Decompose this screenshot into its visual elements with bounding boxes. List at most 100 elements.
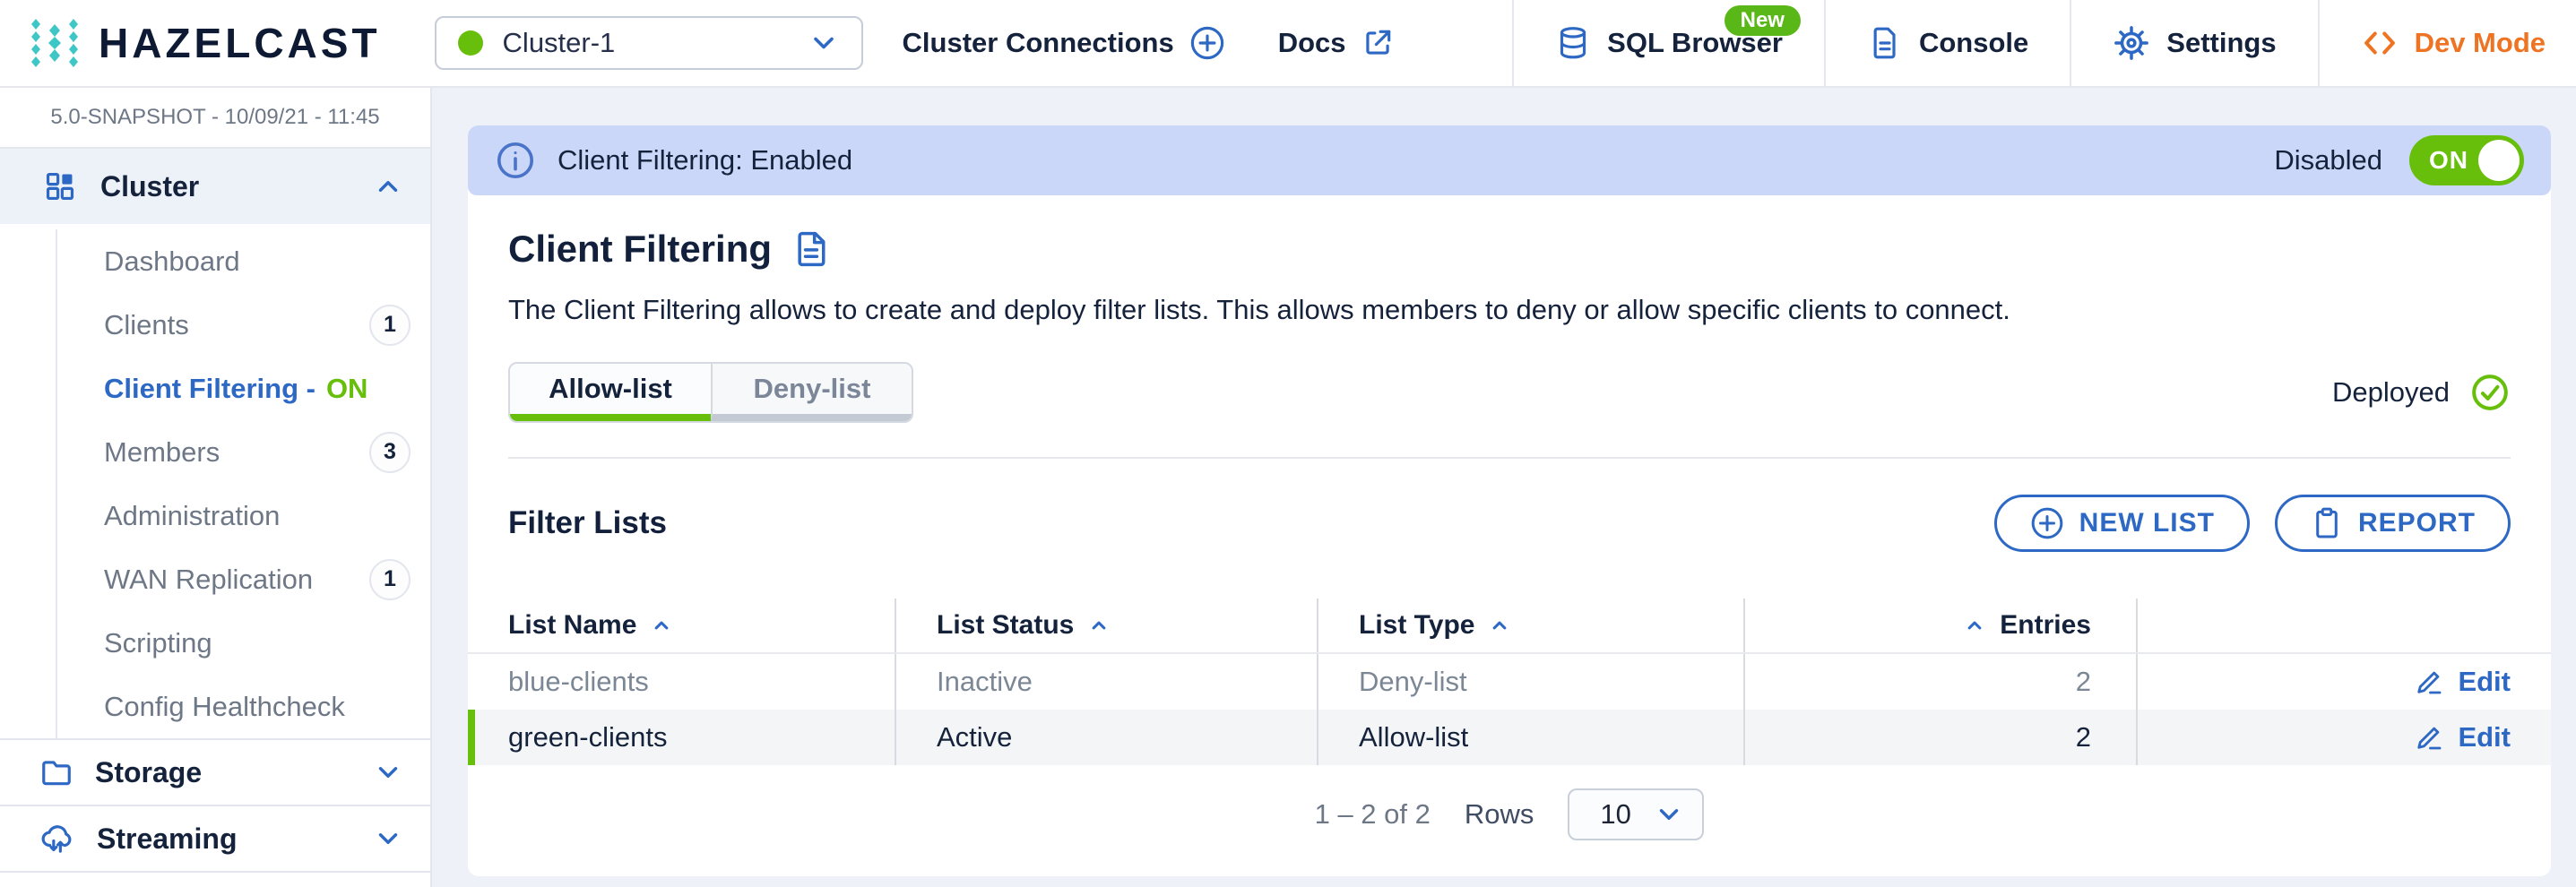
pagination: 1 – 2 of 2 Rows 10 [468, 788, 2551, 840]
sidebar-section-cluster[interactable]: Cluster [0, 149, 430, 224]
rows-per-page-select[interactable]: 10 [1568, 788, 1704, 840]
filter-lists-title: Filter Lists [508, 505, 667, 541]
section-divider [508, 457, 2511, 459]
sidebar-item-label: Scripting [104, 627, 212, 659]
pencil-icon [2413, 666, 2445, 698]
table-row-blue-clients[interactable]: blue-clients Inactive Deny-list 2 Edit [468, 654, 2551, 710]
filter-lists-table: List Name List Status List Type Entries [468, 599, 2551, 765]
pagination-range: 1 – 2 of 2 [1315, 798, 1431, 831]
sql-browser-button[interactable]: New SQL Browser [1512, 0, 1824, 86]
column-label: List Name [508, 610, 636, 641]
column-header-list-status[interactable]: List Status [937, 610, 1111, 641]
sidebar-item-clients[interactable]: Clients 1 [104, 293, 430, 357]
column-label: List Type [1359, 610, 1474, 641]
header-actions: New SQL Browser Console Settings Dev Mod… [1512, 0, 2576, 86]
sidebar: 5.0-SNAPSHOT - 10/09/21 - 11:45 Cluster … [0, 88, 432, 887]
cluster-select-value: Cluster-1 [503, 27, 616, 59]
sidebar-item-label: Members [104, 436, 220, 469]
brand-wordmark: HAZELCAST [99, 19, 381, 67]
cell-list-status: Inactive [937, 666, 1033, 698]
client-filtering-toggle[interactable]: ON [2409, 135, 2524, 185]
edit-link[interactable]: Edit [2413, 721, 2511, 754]
database-icon [1555, 25, 1591, 61]
sidebar-item-scripting[interactable]: Scripting [104, 611, 430, 675]
new-list-button[interactable]: NEW LIST [1994, 495, 2250, 552]
sidebar-item-administration[interactable]: Administration [104, 484, 430, 547]
cloud-sync-icon [39, 821, 75, 857]
info-icon [495, 140, 536, 181]
report-label: REPORT [2358, 508, 2476, 538]
toggle-state-label: ON [2429, 146, 2468, 175]
code-brackets-icon [2361, 24, 2399, 62]
list-type-tabs: Allow-list Deny-list [508, 362, 913, 423]
sidebar-section-streaming[interactable]: Streaming [0, 805, 430, 871]
settings-button[interactable]: Settings [2070, 0, 2317, 86]
sidebar-item-members[interactable]: Members 3 [104, 420, 430, 484]
sidebar-section-storage[interactable]: Storage [0, 738, 430, 805]
sidebar-item-label: Config Healthcheck [104, 691, 345, 723]
chevron-down-icon [373, 823, 403, 854]
column-label: Entries [2000, 610, 2091, 641]
page-title: Client Filtering [508, 228, 772, 271]
grid-icon [43, 169, 77, 203]
sidebar-item-config-healthcheck[interactable]: Config Healthcheck [104, 675, 430, 738]
sidebar-item-label: Administration [104, 500, 280, 532]
sidebar-cluster-label: Cluster [100, 170, 199, 203]
cell-list-type: Deny-list [1359, 666, 1467, 698]
cluster-connections-label: Cluster Connections [903, 27, 1174, 59]
check-circle-icon [2469, 372, 2511, 413]
plus-circle-icon [1189, 24, 1226, 62]
console-label: Console [1919, 27, 2028, 59]
sort-caret-icon [1086, 613, 1111, 638]
hazelcast-logo-icon [29, 17, 81, 69]
clipboard-icon [2310, 506, 2344, 540]
cell-entries: 2 [2076, 721, 2091, 754]
count-badge: 3 [369, 432, 411, 473]
version-label: 5.0-SNAPSHOT - 10/09/21 - 11:45 [0, 88, 430, 149]
tab-deny-list[interactable]: Deny-list [711, 364, 912, 421]
sidebar-item-wan-replication[interactable]: WAN Replication 1 [104, 547, 430, 611]
sidebar-filler [0, 871, 430, 887]
deploy-status-label: Deployed [2332, 376, 2450, 409]
dev-mode-button[interactable]: Dev Mode [2318, 0, 2576, 86]
chevron-up-icon [373, 171, 403, 202]
tab-allow-list[interactable]: Allow-list [510, 364, 711, 421]
cluster-submenu: Dashboard Clients 1 Client Filtering - O… [56, 229, 430, 738]
chevron-down-icon [808, 27, 840, 59]
docs-link[interactable]: Docs [1278, 26, 1395, 60]
sort-caret-icon [1487, 613, 1512, 638]
page-description: The Client Filtering allows to create an… [508, 294, 2511, 326]
column-header-list-type[interactable]: List Type [1359, 610, 1512, 641]
info-banner: Client Filtering: Enabled Disabled ON [468, 125, 2551, 195]
cell-list-status: Active [937, 721, 1012, 754]
cluster-connections-link[interactable]: Cluster Connections [903, 24, 1226, 62]
table-row-green-clients[interactable]: green-clients Active Allow-list 2 Edit [468, 710, 2551, 765]
chevron-down-icon [1654, 799, 1684, 830]
sidebar-item-client-filtering[interactable]: Client Filtering - ON [104, 357, 430, 420]
column-header-list-name[interactable]: List Name [508, 610, 674, 641]
sidebar-storage-label: Storage [95, 756, 202, 789]
edit-link[interactable]: Edit [2413, 666, 2511, 698]
pencil-icon [2413, 721, 2445, 754]
chevron-down-icon [373, 757, 403, 788]
new-badge: New [1725, 5, 1801, 36]
column-header-entries[interactable]: Entries [1962, 610, 2091, 641]
cell-list-name: green-clients [508, 721, 667, 754]
report-button[interactable]: REPORT [2275, 495, 2511, 552]
console-button[interactable]: Console [1824, 0, 2070, 86]
cluster-select[interactable]: Cluster-1 [435, 16, 863, 70]
top-header: HAZELCAST Cluster-1 Cluster Connections … [0, 0, 2576, 88]
table-header-row: List Name List Status List Type Entries [468, 599, 2551, 654]
docs-page-icon[interactable] [791, 229, 831, 269]
sidebar-item-label: WAN Replication [104, 564, 313, 596]
docs-label: Docs [1278, 27, 1346, 59]
sidebar-item-dashboard[interactable]: Dashboard [104, 229, 430, 293]
hazelcast-logo: HAZELCAST [29, 17, 381, 69]
cell-list-name: blue-clients [508, 666, 649, 698]
banner-message: Client Filtering: Enabled [558, 144, 852, 177]
rows-per-page-label: Rows [1465, 798, 1534, 831]
count-badge: 1 [369, 559, 411, 600]
dev-mode-label: Dev Mode [2415, 27, 2546, 59]
sort-caret-icon [649, 613, 674, 638]
toggle-label: Disabled [2274, 144, 2382, 177]
